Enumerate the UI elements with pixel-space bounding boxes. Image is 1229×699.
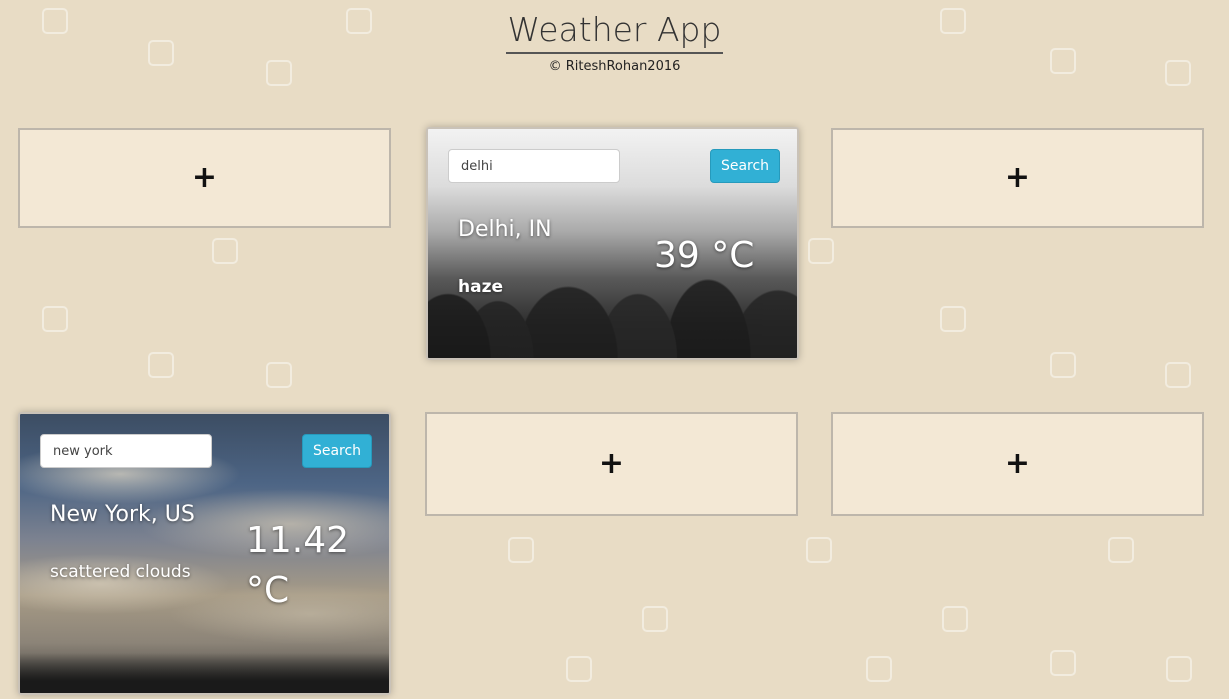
page-title: Weather App — [505, 10, 724, 54]
plus-icon: + — [598, 446, 625, 481]
weather-card-new-york: Search New York, US scattered clouds 11.… — [18, 412, 391, 695]
copyright-text: © RiteshRohan2016 — [548, 59, 681, 74]
plus-icon: + — [191, 160, 218, 195]
city-search-input[interactable] — [448, 149, 620, 183]
city-search-input[interactable] — [40, 434, 212, 468]
add-city-card[interactable]: + — [831, 128, 1204, 228]
add-city-card[interactable]: + — [425, 412, 798, 516]
city-name: New York, US — [50, 502, 195, 527]
plus-icon: + — [1004, 160, 1031, 195]
weather-card-delhi: Search Delhi, IN haze 39 °C — [426, 127, 799, 360]
weather-description: haze — [458, 277, 503, 297]
add-city-card[interactable]: + — [831, 412, 1204, 516]
temperature: 39 °C — [654, 235, 755, 276]
temperature: 11.42 °C — [246, 520, 350, 611]
add-city-card[interactable]: + — [18, 128, 391, 228]
weather-description: scattered clouds — [50, 562, 191, 582]
search-button[interactable]: Search — [710, 149, 780, 183]
city-name: Delhi, IN — [458, 217, 552, 242]
header: Weather App © RiteshRohan2016 — [0, 10, 1229, 74]
search-button[interactable]: Search — [302, 434, 372, 468]
plus-icon: + — [1004, 446, 1031, 481]
